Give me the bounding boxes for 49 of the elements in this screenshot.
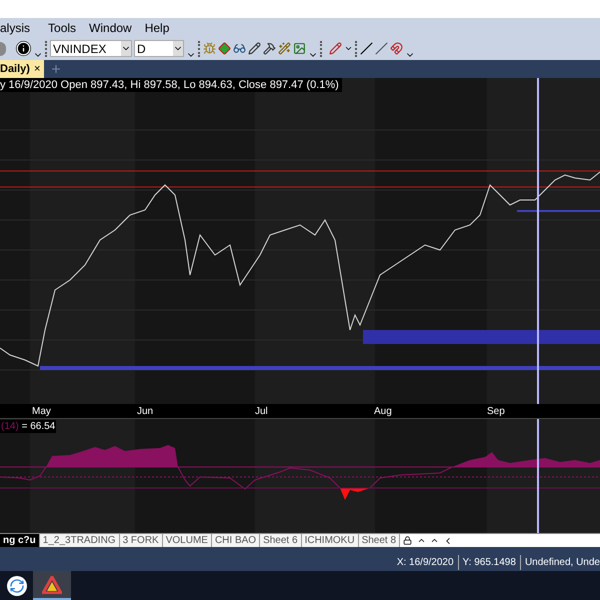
menu-item[interactable]: Tools	[43, 18, 82, 36]
ohlc-info: y 16/9/2020 Open 897.43, Hi 897.58, Lo 894.63, Close 897.47 (0.1%)	[0, 78, 342, 92]
sheet-tab[interactable]: Sheet 8	[358, 534, 400, 548]
line-icon[interactable]	[360, 42, 373, 55]
pencil-icon[interactable]	[248, 42, 261, 55]
oversold-area	[340, 488, 370, 500]
grip-icon[interactable]	[320, 40, 323, 56]
indicator-legend: (14) = 66.54	[0, 420, 56, 433]
status-text: Y: 965.1498	[458, 555, 520, 570]
sheet-tab[interactable]: VOLUME	[162, 534, 212, 548]
date-label: May	[32, 405, 51, 419]
sheet-tab[interactable]: CHI BAO	[212, 534, 260, 548]
add-tab-icon[interactable]	[50, 63, 62, 75]
wand-icon[interactable]	[278, 42, 291, 55]
date-label: Jun	[137, 405, 154, 419]
grip-icon[interactable]	[355, 40, 358, 56]
chart-tab[interactable]: Daily) ×	[0, 60, 44, 78]
highlight-pen-icon[interactable]	[329, 42, 342, 55]
close-button[interactable]: ×	[34, 60, 40, 78]
sheet-tab[interactable]: Sheet 6	[260, 534, 302, 548]
dotted-line-icon[interactable]	[375, 42, 388, 55]
sheet-tab[interactable]: 3 FORK	[120, 534, 163, 548]
menu-item[interactable]: alysis	[0, 18, 44, 36]
scroll-tabs-end-icon[interactable]	[430, 536, 440, 545]
caret-icon[interactable]	[344, 44, 353, 53]
grip-icon[interactable]	[45, 40, 48, 56]
info-icon[interactable]	[16, 41, 31, 56]
image-icon[interactable]	[293, 42, 306, 55]
date-label: Sep	[487, 405, 505, 419]
symbol-field[interactable]: VNINDEX	[50, 40, 132, 57]
taskbar-app-button[interactable]	[33, 571, 71, 600]
glasses-icon[interactable]	[233, 42, 246, 55]
app-logo-icon	[42, 576, 62, 594]
period-field[interactable]: D	[134, 40, 184, 57]
scroll-tabs-icon[interactable]	[417, 536, 426, 545]
sheet-tab[interactable]: ICHIMOKU	[302, 534, 359, 548]
sheet-tab[interactable]: ng c?u	[0, 534, 40, 548]
lock-icon[interactable]	[403, 536, 412, 545]
magnet-icon[interactable]	[390, 42, 403, 55]
menu-item[interactable]: Help	[140, 18, 174, 36]
date-label: Aug	[374, 405, 392, 419]
hammer-icon[interactable]	[263, 42, 276, 55]
status-text: X: 16/9/2020	[396, 556, 455, 570]
date-label: Jul	[255, 405, 268, 419]
grip-icon[interactable]	[198, 40, 201, 56]
diamond-icon[interactable]	[218, 42, 231, 55]
menu-item[interactable]: Window	[84, 18, 137, 36]
sheet-tab[interactable]: 1_2_3TRADING	[40, 534, 120, 548]
status-text: Undefined, Unde	[520, 555, 600, 570]
